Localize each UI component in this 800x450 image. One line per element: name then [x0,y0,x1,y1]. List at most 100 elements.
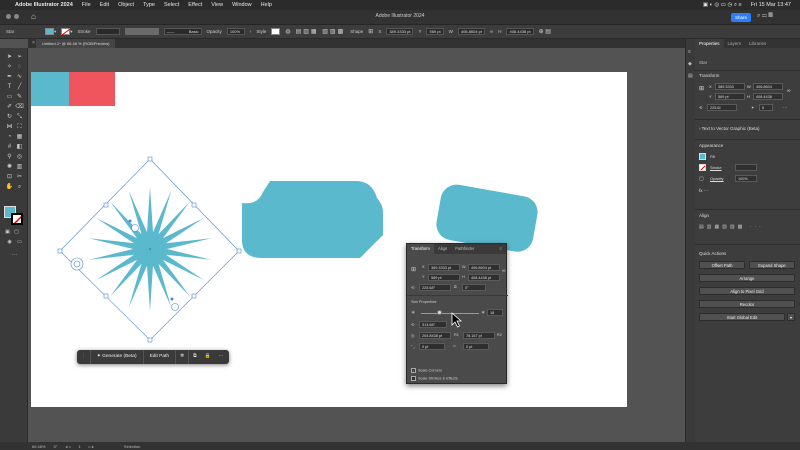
pp-w-field[interactable]: 406.8604 [753,83,783,90]
gradient-tool-icon[interactable]: ◧ [15,143,24,151]
opacity-field[interactable]: 100% [226,28,245,35]
global-edit-options-icon[interactable]: ▾ [787,313,795,321]
menu-type[interactable]: Type [143,2,155,8]
variable-width-profile[interactable] [124,28,159,35]
corner-type-icon[interactable]: ⌜⌟ [411,344,415,349]
stroke-color-icon[interactable] [11,213,23,225]
tab-pathfinder[interactable]: Pathfinder [451,244,478,254]
gradient-mode-icon[interactable]: ▢ [12,228,21,236]
tp-w-field[interactable]: 406.8604 pt [468,264,500,271]
lock-icon[interactable]: 🔒 [201,350,215,364]
blend-tool-icon[interactable]: ◎ [15,153,24,161]
opacity-field[interactable]: 100% [735,175,757,182]
transform-reference-icon[interactable]: ⊞ [368,28,373,35]
more-icon[interactable]: ··· [214,350,227,364]
curvature-tool-icon[interactable]: ∿ [15,73,24,81]
brush-definition[interactable]: —— Basic [163,28,202,35]
y-field[interactable]: 569 pt [426,28,444,35]
eraser-tool-icon[interactable]: ⌫ [15,103,24,111]
points-slider-track[interactable] [421,313,479,314]
pen-tool-icon[interactable]: ✒ [5,73,14,81]
artboard-nav-next-icon[interactable]: ▹ ▸ [89,444,94,449]
graph-tool-icon[interactable]: ▥ [15,163,24,171]
lasso-tool-icon[interactable]: ◌ [15,63,24,71]
corner2-field[interactable]: 0 pt [463,343,489,350]
width-tool-icon[interactable]: ⋈ [5,123,14,131]
eyedropper-icon[interactable]: ⚲ [5,153,14,161]
expand-shape-button[interactable]: Expand Shape [749,261,795,269]
menu-window[interactable]: Window [232,2,252,8]
tab-transform[interactable]: Transform [407,244,434,254]
menu-file[interactable]: File [82,2,91,8]
fill-swatch[interactable] [699,153,706,160]
layers-dock-icon[interactable]: ◆ [688,61,692,67]
paintbrush-tool-icon[interactable]: ✎ [15,93,24,101]
more-appearance-icon[interactable]: fx ··· [699,188,708,193]
menu-help[interactable]: Help [261,2,272,8]
pp-y-field[interactable]: 569 pt [715,93,745,100]
chevron-right-icon[interactable]: › [250,29,252,34]
menu-select[interactable]: Select [164,2,179,8]
stroke-control[interactable]: ▾ [61,28,73,35]
app-menu[interactable]: Adobe Illustrator 2024 [15,2,73,8]
pp-h-field[interactable]: 408.4438 [753,93,783,100]
selection-tool-icon[interactable]: ➤ [5,53,14,61]
rectangle-tool-icon[interactable]: ▭ [5,93,14,101]
shape-builder-icon[interactable]: ◔ [5,133,14,141]
opacity-label[interactable]: Opacity [207,29,222,34]
rotate-tool-icon[interactable]: ↻ [5,113,14,121]
menu-effect[interactable]: Effect [188,2,202,8]
symbol-sprayer-icon[interactable]: ✺ [5,163,14,171]
panel-menu-icon[interactable]: ≡ [496,244,506,254]
color-mode-icons[interactable]: ▣ [3,228,12,236]
corner-link-icon[interactable]: ∞ [453,344,456,348]
menu-edit[interactable]: Edit [100,2,109,8]
menu-object[interactable]: Object [118,2,134,8]
more-options-icon[interactable]: ··· [783,105,788,110]
artboard-tool-icon[interactable]: ⊡ [5,173,14,181]
rotation-view[interactable]: 0° [54,444,58,449]
stroke-weight-field[interactable] [95,28,120,35]
fill-swatch[interactable] [45,28,54,35]
align-pixel-grid-button[interactable]: Align to Pixel Grid [699,287,795,295]
tp-angle-field[interactable]: 225.68° [419,284,451,291]
pp-points-field[interactable]: 5 [759,104,773,111]
points-slider-thumb[interactable] [437,310,442,315]
direct-selection-tool-icon[interactable]: ➢ [15,53,24,61]
x-field[interactable]: 389.3333 pt [386,28,414,35]
stroke-label[interactable]: Stroke [710,165,722,170]
recolor-icon[interactable]: ◍ [285,28,290,35]
tab-layers[interactable]: Layers [724,39,746,48]
free-transform-icon[interactable]: ⛶ [15,123,24,131]
close-tab-icon[interactable]: × [32,40,35,46]
w-field[interactable]: 406.8604 pt [457,28,485,35]
tp-x-field[interactable]: 389.3333 pt [428,264,460,271]
menubar-status-icons[interactable]: ▣ ◐ ◎ ▭ ◷ ⌕ ≡ [703,2,742,9]
duplicate-icon[interactable]: ⧉ [189,350,200,364]
link-icon[interactable]: ∞ [490,29,493,34]
artboard-number[interactable]: 1 [79,444,81,449]
hand-tool-icon[interactable]: ✋ [5,183,14,191]
align-buttons-icon[interactable]: ▤▥▦▧▨▩ ··· [699,224,764,230]
scale-strokes-checkbox[interactable]: Scale Strokes & Effects [411,376,458,381]
artboard-nav-icon[interactable]: ◂ ◃ [65,444,70,449]
check-icon[interactable]: ✓ [411,368,416,373]
draw-mode-icon[interactable]: ◉ [5,238,14,246]
offset-path-button[interactable]: Offset Path [699,261,745,269]
generate-button[interactable]: ✦ Generate (Beta) [91,350,144,364]
window-minimize-icon[interactable] [14,14,19,19]
perspective-grid-icon[interactable]: ▦ [15,133,24,141]
tp-shear-field[interactable]: 0° [462,284,486,291]
star-angle-field[interactable]: 313.68° [419,321,447,328]
constrain-link-icon[interactable]: ∞ [502,268,506,274]
line-tool-icon[interactable]: ╱ [15,83,24,91]
type-tool-icon[interactable]: T [5,83,14,91]
stroke-weight-field[interactable] [735,164,757,171]
scale-corners-checkbox[interactable]: ✓ Scale Corners [411,368,442,373]
recolor-button[interactable]: Recolor [699,300,795,308]
scale-tool-icon[interactable]: ⤡ [15,113,24,121]
window-close-icon[interactable] [6,14,11,19]
share-button[interactable]: Share [731,13,751,22]
reference-point-icon[interactable]: ⊞ [411,266,416,273]
document-tab[interactable]: Untitled-1* @ 66.46 % (RGB/Preview) [36,39,116,48]
